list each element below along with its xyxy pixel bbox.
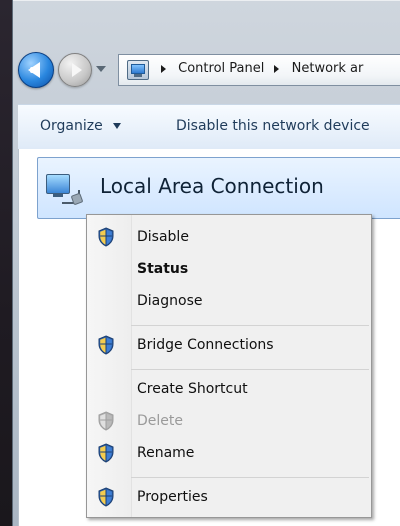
address-bar[interactable]: Control Panel Network ar [118,54,400,86]
uac-shield-icon [97,411,115,431]
connection-title: Local Area Connection [100,174,324,198]
menu-item-bridge-connections[interactable]: Bridge Connections [87,329,371,361]
forward-arrow-icon [72,63,82,77]
navigation-bar: Control Panel Network ar [18,52,400,96]
menu-item-delete: Delete [87,405,371,437]
menu-item-status[interactable]: Status [87,253,371,285]
back-arrow-icon [28,62,40,78]
forward-button[interactable] [58,53,92,87]
disable-network-device-button[interactable]: Disable this network device [176,118,370,134]
command-toolbar: Organize Disable this network device [18,104,400,150]
breadcrumb-item-network[interactable]: Network ar [292,61,364,76]
back-button[interactable] [18,52,54,88]
uac-shield-icon [97,487,115,507]
menu-item-rename[interactable]: Rename [87,437,371,469]
context-menu: Disable Status Diagnose Bridge Connectio… [86,214,372,518]
breadcrumb-chevron-icon[interactable] [161,64,166,73]
menu-separator [131,369,369,370]
disable-network-device-label: Disable this network device [176,118,370,134]
organize-menu[interactable]: Organize [40,118,122,134]
menu-label-disable: Disable [137,229,189,245]
menu-label-delete: Delete [137,413,183,429]
menu-separator [131,477,369,478]
menu-label-status: Status [137,261,189,277]
menu-item-diagnose[interactable]: Diagnose [87,285,371,317]
network-adapter-icon [46,172,84,206]
menu-label-rename: Rename [137,445,195,461]
menu-separator [131,325,369,326]
local-area-connection-item[interactable]: Local Area Connection [37,157,400,219]
menu-item-disable[interactable]: Disable [87,221,371,253]
plug-shape [70,192,84,206]
history-dropdown-icon[interactable] [96,66,106,72]
menu-label-diagnose: Diagnose [137,293,203,309]
menu-item-properties[interactable]: Properties [87,481,371,513]
uac-shield-icon [97,335,115,355]
breadcrumb-chevron-icon[interactable] [274,64,280,73]
chevron-down-icon [113,123,122,129]
network-connections-icon [127,60,149,80]
menu-label-properties: Properties [137,489,208,505]
breadcrumb-item-control-panel[interactable]: Control Panel [178,61,264,76]
menu-label-bridge-connections: Bridge Connections [137,337,274,353]
menu-item-create-shortcut[interactable]: Create Shortcut [87,373,371,405]
menu-label-create-shortcut: Create Shortcut [137,381,248,397]
uac-shield-icon [97,227,115,247]
organize-label: Organize [40,118,103,134]
breadcrumb: Control Panel Network ar [155,61,363,79]
uac-shield-icon [97,443,115,463]
